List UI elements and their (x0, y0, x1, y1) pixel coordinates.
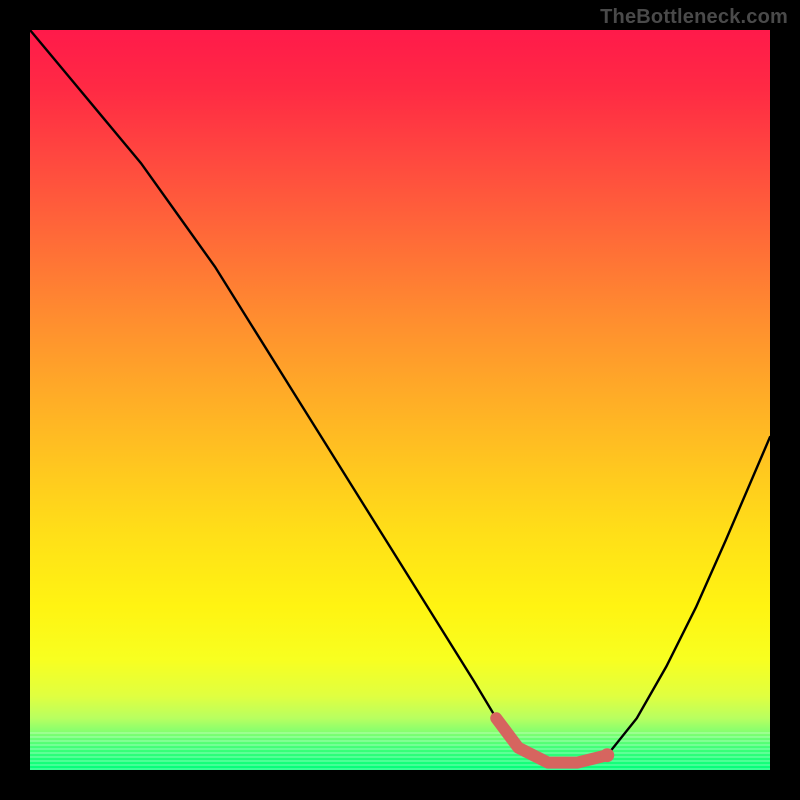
bottleneck-curve (30, 30, 770, 763)
watermark-text: TheBottleneck.com (600, 6, 788, 29)
chart-frame: TheBottleneck.com (0, 0, 800, 800)
curve-svg (30, 30, 770, 770)
optimal-region-endpoint (600, 748, 614, 762)
plot-area (30, 30, 770, 770)
optimal-region-marker (496, 718, 607, 762)
